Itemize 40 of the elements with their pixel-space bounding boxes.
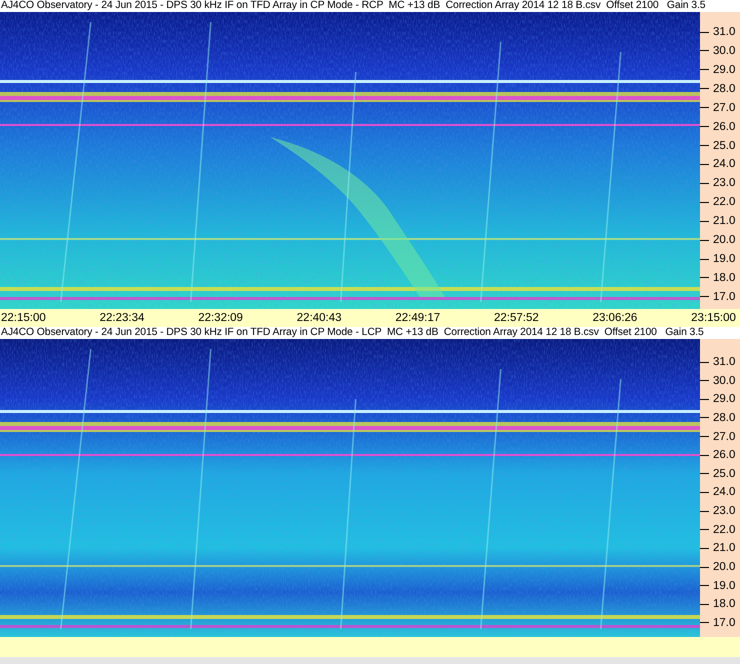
axis-label: 31.0 (713, 356, 736, 368)
axis-label: 21.0 (713, 542, 736, 554)
chart-title: AJ4CO Observatory - 24 Jun 2015 - DPS 30 kHz IF on TFD Array in CP Mode - LCP MC +13 dB Correction Array 2014 12 18 B.csv Offset 2100 Gain 3.5 (0, 327, 740, 339)
axis-label: 21.0 (713, 215, 736, 228)
axis-label: 19.0 (713, 580, 736, 592)
axis-label: 22.0 (713, 196, 736, 208)
axis-label: 25.0 (713, 468, 736, 480)
time-label: 22:49:17 (395, 312, 440, 324)
time-label: 23:06:26 (592, 312, 638, 324)
chart-title: AJ4CO Observatory - 24 Jun 2015 - DPS 30 kHz IF on TFD Array in CP Mode - RCP MC +13 dB Correction Array 2014 12 18 B.csv Offset 2100 Gain 3.5 (0, 0, 740, 12)
axis-label: 22.0 (713, 524, 736, 536)
axis-label: 20.0 (713, 561, 736, 574)
axis-label: 26.0 (713, 449, 736, 462)
axis-label: 20.0 (713, 234, 736, 246)
axis-label: 27.0 (713, 102, 736, 114)
axis-label: 18.0 (713, 598, 736, 610)
time-label: 22:15:00 (1, 312, 46, 324)
axis-label: 29.0 (713, 393, 736, 406)
axis-label: 18.0 (713, 272, 736, 284)
axis-label: 31.0 (713, 26, 736, 38)
axis-label: 17.0 (713, 290, 736, 303)
axis-label: 24.0 (713, 158, 736, 170)
axis-label: 23.0 (713, 505, 736, 518)
axis-label: 27.0 (713, 430, 736, 443)
axis-label: 28.0 (713, 82, 736, 95)
axis-label: 17.0 (713, 616, 736, 629)
axis-label: 30.0 (713, 44, 736, 57)
axis-label: 23.0 (713, 177, 736, 190)
axis-label: 25.0 (713, 140, 736, 152)
time-label: 23:15:00 (691, 312, 736, 324)
time-label: 22:32:09 (198, 312, 243, 324)
axis-label: 24.0 (713, 486, 736, 498)
axis-label: 26.0 (713, 120, 736, 133)
time-label: 22:40:43 (296, 312, 342, 324)
time-label: 22:57:52 (494, 312, 539, 324)
axis-label: 29.0 (713, 64, 736, 76)
axis-label: 19.0 (713, 253, 736, 266)
time-label: 22:23:34 (100, 312, 144, 324)
axis-label: 28.0 (713, 412, 736, 424)
axis-label: 30.0 (713, 374, 736, 387)
